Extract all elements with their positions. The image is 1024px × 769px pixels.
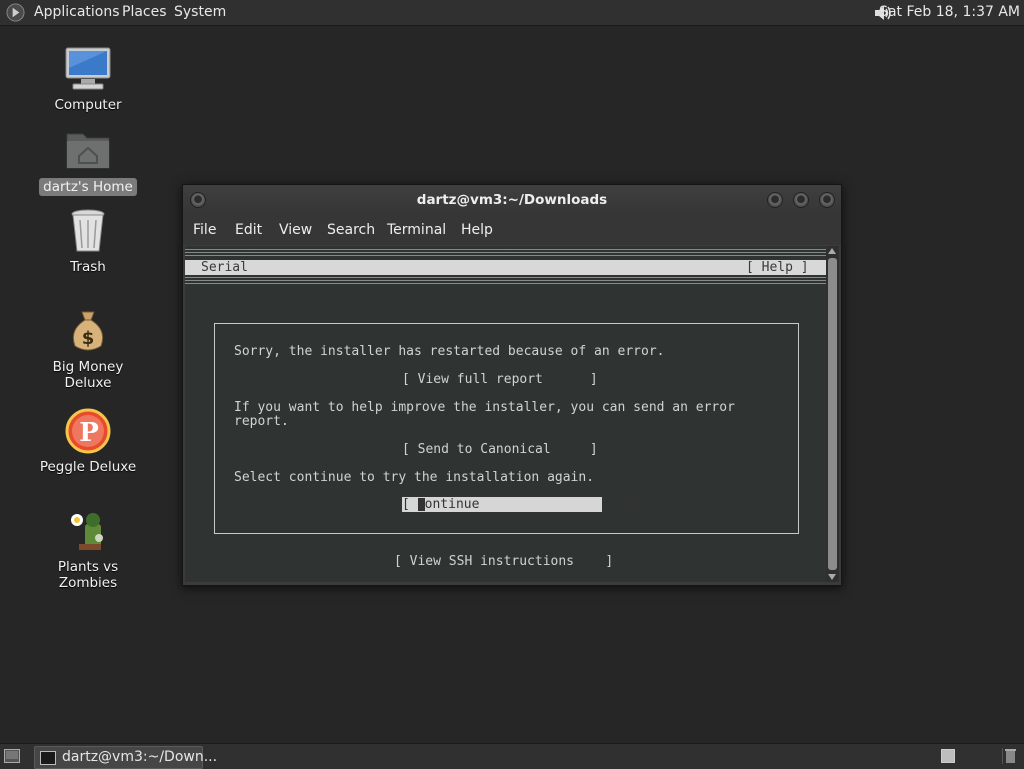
desktop-icon-home[interactable]: dartz's Home — [28, 128, 148, 196]
desktop-icon-trash[interactable]: Trash — [28, 208, 148, 276]
peggle-icon: P — [65, 408, 111, 454]
header-serial: Serial — [201, 260, 248, 275]
installer-header-bar: Serial [ Help ] — [185, 260, 826, 275]
terminal-scrollbar[interactable] — [826, 246, 839, 582]
desktop-icon-peggle[interactable]: P Peggle Deluxe — [28, 408, 148, 476]
show-desktop-icon[interactable] — [4, 749, 20, 763]
scroll-down-icon[interactable] — [828, 574, 836, 580]
desktop-icon-label: Plants vs Zombies — [57, 559, 119, 591]
scroll-up-icon[interactable] — [828, 248, 836, 254]
help-improve-text-cont: report. — [234, 414, 289, 429]
desktop-icon-big-money[interactable]: $ Big Money Deluxe — [28, 308, 148, 392]
desktop-icon-label: Computer — [54, 97, 122, 113]
gnome-menu-icon[interactable] — [6, 3, 25, 22]
places-menu[interactable]: Places — [122, 0, 167, 25]
separator-bottom — [185, 277, 826, 284]
close-icon[interactable] — [819, 192, 835, 208]
error-message: Sorry, the installer has restarted becau… — [234, 344, 665, 359]
taskbar-button-terminal[interactable]: dartz@vm3:~/Down... — [34, 746, 217, 769]
desktop-icon-label: Big Money Deluxe — [52, 359, 124, 391]
plants-icon — [71, 513, 103, 550]
trash-applet-icon[interactable] — [1002, 748, 1017, 764]
menu-edit[interactable]: Edit — [235, 215, 262, 245]
svg-text:P: P — [79, 418, 99, 448]
clock[interactable]: Sat Feb 18, 1:37 AM — [879, 0, 1020, 25]
terminal-icon — [40, 751, 56, 765]
continue-button[interactable]: [ ontinue ] — [402, 497, 628, 512]
workspace-switcher[interactable] — [941, 749, 955, 763]
select-continue-text: Select continue to try the installation … — [234, 470, 595, 485]
trash-icon — [71, 209, 105, 252]
view-full-report-button[interactable]: [ View full report ] — [402, 372, 598, 387]
scroll-thumb[interactable] — [828, 258, 837, 570]
help-improve-text: If you want to help improve the installe… — [234, 400, 735, 415]
minimize-icon[interactable] — [767, 192, 783, 208]
window-menubar: File Edit View Search Terminal Help — [183, 215, 841, 245]
error-dialog: Sorry, the installer has restarted becau… — [214, 323, 799, 534]
menu-search[interactable]: Search — [327, 215, 375, 245]
window-titlebar[interactable]: dartz@vm3:~/Downloads — [183, 185, 841, 215]
menu-file[interactable]: File — [193, 215, 216, 245]
cursor — [417, 498, 425, 511]
maximize-icon[interactable] — [793, 192, 809, 208]
help-button[interactable]: [ Help ] — [746, 260, 809, 275]
terminal-window[interactable]: dartz@vm3:~/Downloads File Edit View Sea… — [182, 184, 842, 586]
desktop-icon-label: dartz's Home — [39, 178, 137, 196]
continue-bracket-close: ] — [479, 497, 629, 512]
money-bag-icon: $ — [72, 311, 104, 351]
top-panel: Applications Places System Sat Feb 18, 1… — [0, 0, 1024, 26]
taskbar-button-label: dartz@vm3:~/Down... — [62, 749, 218, 765]
computer-icon — [65, 47, 111, 90]
separator-top — [185, 249, 826, 256]
desktop-icon-label: Trash — [70, 259, 106, 275]
desktop-icon-computer[interactable]: Computer — [28, 46, 148, 114]
window-title: dartz@vm3:~/Downloads — [416, 192, 608, 208]
home-folder-icon — [66, 133, 110, 169]
svg-text:$: $ — [82, 328, 95, 349]
send-to-canonical-button[interactable]: [ Send to Canonical ] — [402, 442, 598, 457]
desktop-icon-plants[interactable]: Plants vs Zombies — [28, 508, 148, 592]
menu-help[interactable]: Help — [461, 215, 493, 245]
menu-terminal[interactable]: Terminal — [387, 215, 446, 245]
desktop-icon-label: Peggle Deluxe — [39, 459, 137, 475]
terminal-screen[interactable]: Serial [ Help ] Sorry, the installer has… — [185, 246, 826, 582]
applications-menu[interactable]: Applications — [34, 0, 120, 25]
bottom-panel: dartz@vm3:~/Down... — [0, 743, 1024, 769]
continue-bracket-open: [ — [402, 497, 418, 512]
continue-label: ontinue — [424, 497, 480, 512]
system-menu[interactable]: System — [174, 0, 226, 25]
menu-view[interactable]: View — [279, 215, 312, 245]
view-ssh-instructions-button[interactable]: [ View SSH instructions ] — [394, 554, 613, 569]
